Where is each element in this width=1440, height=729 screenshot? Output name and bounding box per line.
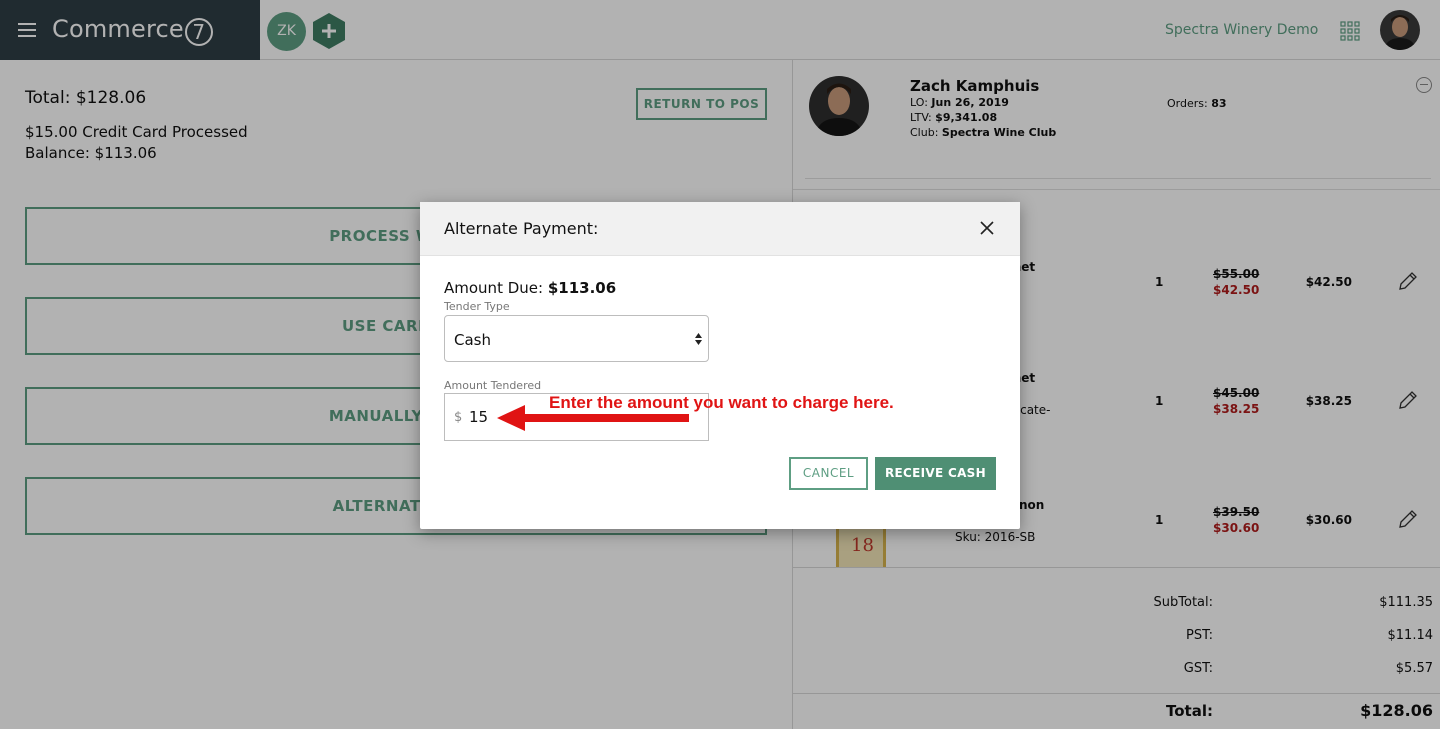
amount-due-value: $113.06 bbox=[547, 279, 617, 297]
cancel-button[interactable]: CANCEL bbox=[789, 457, 868, 490]
dialog-header: Alternate Payment: bbox=[420, 202, 1020, 256]
alternate-payment-dialog: Alternate Payment: Amount Due: $113.06 T… bbox=[420, 202, 1020, 529]
tender-type-label: Tender Type bbox=[444, 300, 510, 313]
dialog-title: Alternate Payment: bbox=[444, 219, 599, 238]
select-arrows-icon bbox=[695, 333, 702, 345]
amount-tendered-value: 15 bbox=[469, 408, 489, 426]
tender-type-value: Cash bbox=[454, 331, 491, 349]
receive-cash-button[interactable]: RECEIVE CASH bbox=[875, 457, 996, 490]
close-icon[interactable] bbox=[978, 219, 996, 237]
annotation-arrow-icon bbox=[497, 405, 689, 431]
tender-type-select[interactable]: Cash bbox=[444, 315, 709, 362]
amount-due-label: Amount Due: bbox=[444, 279, 544, 297]
currency-prefix: $ bbox=[454, 410, 463, 425]
amount-tendered-label: Amount Tendered bbox=[444, 379, 542, 392]
amount-due: Amount Due: $113.06 bbox=[444, 279, 616, 297]
